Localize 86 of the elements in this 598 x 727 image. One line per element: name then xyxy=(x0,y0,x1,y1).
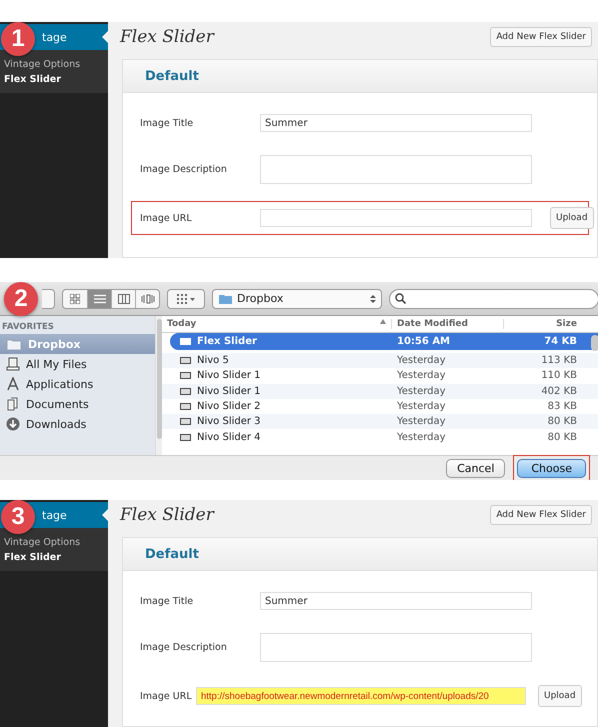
sidebar-item[interactable]: Applications xyxy=(0,374,155,394)
file-row[interactable]: Flex Slider 10:56 AM 74 KB xyxy=(170,333,598,350)
view-switcher[interactable] xyxy=(62,288,160,308)
column-header[interactable]: Today xyxy=(162,319,392,329)
url-field[interactable]: http://shoebagfootwear.newmodernretail.com/wp-content/uploads/20 xyxy=(196,687,526,705)
view-button[interactable] xyxy=(87,290,111,308)
list-view-icon xyxy=(94,294,106,304)
sidebar-item[interactable]: Documents xyxy=(0,394,155,414)
folder-icon xyxy=(218,292,233,304)
grid-view-icon xyxy=(70,294,80,304)
size-cell-text: 80 KB xyxy=(546,432,578,443)
stepper-icon xyxy=(370,294,376,304)
file-name: Nivo Slider 3 xyxy=(197,416,261,428)
file-icon xyxy=(180,403,191,410)
size-cell-text: 74 KB xyxy=(543,336,578,347)
dialog-button[interactable]: Choose xyxy=(517,458,586,478)
upload-button[interactable]: Upload xyxy=(538,685,582,707)
field-label: Image URL xyxy=(140,212,193,224)
box-title: Default xyxy=(123,538,597,571)
column-header[interactable]: Size xyxy=(504,319,582,329)
sort-arrow-icon xyxy=(380,319,386,324)
file-icon xyxy=(180,388,191,395)
file-row[interactable]: Nivo Slider 3 Yesterday 80 KB xyxy=(162,414,598,430)
text-field[interactable]: Summer xyxy=(260,592,532,610)
page-title: Flex Slider xyxy=(120,27,214,47)
date-cell-text: Yesterday xyxy=(396,416,447,428)
sidebar-item[interactable]: Downloads xyxy=(0,414,155,434)
file-row[interactable]: Nivo 5 Yesterday 113 KB xyxy=(162,353,598,368)
upload-button[interactable]: Upload xyxy=(550,207,594,229)
columns-view-icon xyxy=(118,294,130,304)
location-dropdown[interactable]: Dropbox xyxy=(212,288,382,308)
files-icon xyxy=(6,357,20,371)
download-icon xyxy=(6,417,20,431)
date-cell-text: 10:56 AM xyxy=(396,336,452,347)
file-name: Nivo Slider 4 xyxy=(197,432,261,443)
file-icon xyxy=(180,357,191,364)
file-icon xyxy=(180,338,191,345)
file-name: Flex Slider xyxy=(197,336,257,347)
field-label: Image Description xyxy=(140,642,228,652)
cover-flow-icon xyxy=(140,294,154,304)
size-cell-text: 402 KB xyxy=(540,386,578,397)
field-label: Image Title xyxy=(140,118,194,128)
sidebar-heading: FAVORITES xyxy=(1,322,55,332)
file-icon xyxy=(180,418,191,426)
size-cell-text: 110 KB xyxy=(540,370,578,382)
scroll-thumb[interactable] xyxy=(591,335,598,351)
date-cell-text: Yesterday xyxy=(396,370,447,382)
column-header[interactable]: Date Modified xyxy=(392,319,504,329)
file-name: Nivo Slider 1 xyxy=(197,370,261,382)
documents-icon xyxy=(6,397,20,411)
box-title: Default xyxy=(123,60,597,93)
submenu-item[interactable]: Flex Slider xyxy=(0,74,108,85)
sidebar-item[interactable]: All My Files xyxy=(0,354,155,374)
text-field[interactable]: Summer xyxy=(260,114,532,132)
file-row[interactable]: Nivo Slider 1 Yesterday 402 KB xyxy=(162,384,598,399)
submenu-item[interactable]: Flex Slider xyxy=(0,552,108,563)
file-name: Nivo 5 xyxy=(197,355,229,366)
date-cell-text: Yesterday xyxy=(396,432,447,443)
size-cell-text: 83 KB xyxy=(546,401,578,412)
submenu-item[interactable]: Vintage Options xyxy=(0,537,108,548)
scrollbar[interactable] xyxy=(155,316,162,455)
date-cell-text: Yesterday xyxy=(396,355,447,366)
arrange-button[interactable] xyxy=(167,288,205,308)
submenu-item[interactable]: Vintage Options xyxy=(0,59,108,70)
size-cell-text: 113 KB xyxy=(540,355,578,366)
search-icon xyxy=(395,293,406,304)
date-cell-text: Yesterday xyxy=(396,386,447,397)
page-title: Flex Slider xyxy=(120,505,214,525)
back-button[interactable] xyxy=(42,288,55,308)
field-label: Image Description xyxy=(140,164,228,174)
folder-icon xyxy=(6,338,22,350)
file-name: Nivo Slider 1 xyxy=(197,386,261,397)
url-field[interactable] xyxy=(260,209,532,227)
field-label: Image URL xyxy=(140,690,193,702)
size-cell-text: 80 KB xyxy=(546,416,578,428)
dialog-button[interactable]: Cancel xyxy=(446,458,506,478)
field-label: Image Title xyxy=(140,596,194,606)
arrange-icon xyxy=(177,294,195,304)
file-name: Nivo Slider 2 xyxy=(197,401,261,412)
file-icon xyxy=(180,372,191,380)
search-field[interactable] xyxy=(389,288,598,308)
applications-icon xyxy=(6,377,20,391)
date-cell-text: Yesterday xyxy=(396,401,447,412)
add-new-button[interactable]: Add New Flex Slider xyxy=(490,505,592,525)
add-new-button[interactable]: Add New Flex Slider xyxy=(490,27,592,47)
file-icon xyxy=(180,434,191,441)
